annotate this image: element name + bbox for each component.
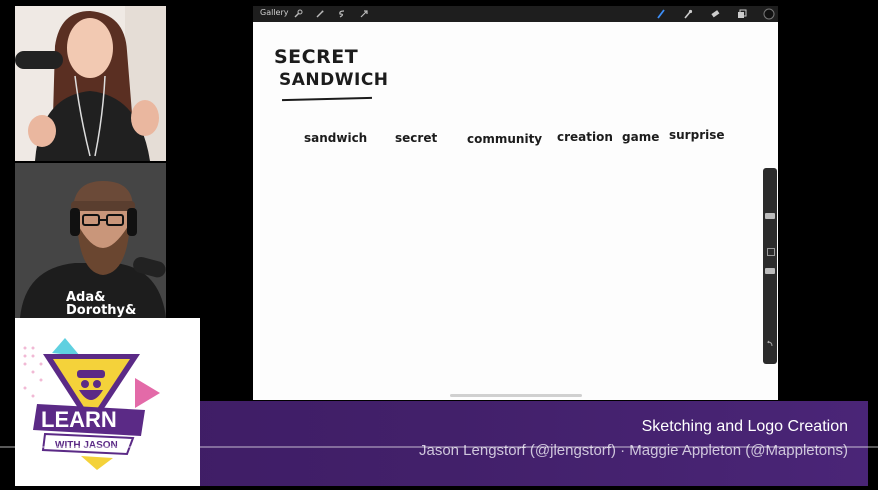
wrench-icon[interactable]	[293, 9, 303, 19]
webcam-host-1	[15, 6, 166, 161]
layers-icon[interactable]	[737, 9, 747, 19]
modify-button[interactable]	[767, 248, 775, 256]
home-indicator	[450, 394, 582, 397]
episode-subtitle: Jason Lengstorf (@jlengstorf) · Maggie A…	[418, 442, 848, 459]
canvas-title-line-2: SANDWICH	[279, 70, 389, 90]
opacity-slider-handle[interactable]	[765, 268, 775, 274]
video-progress-bar[interactable]	[0, 446, 878, 448]
episode-title: Sketching and Logo Creation	[641, 418, 848, 435]
word-game: game	[622, 130, 660, 144]
word-creation: creation	[557, 130, 613, 144]
shirt-text-line-2: Dorothy&	[66, 303, 137, 318]
canvas-title-line-1: SECRET	[274, 46, 359, 68]
smudge-icon[interactable]	[683, 9, 693, 19]
shirt-text: Ada& Dorothy&	[66, 291, 136, 317]
logo-main-text: LEARN	[41, 407, 117, 432]
selection-s-icon[interactable]	[337, 9, 347, 19]
brush-size-sidebar	[763, 168, 777, 364]
gallery-button[interactable]: Gallery	[260, 8, 289, 17]
word-community: community	[467, 132, 543, 146]
word-secret: secret	[395, 131, 438, 145]
brush-icon[interactable]	[656, 9, 666, 19]
word-surprise: surprise	[669, 128, 725, 142]
learn-with-jason-logo-card: LEARN WITH JASON	[15, 318, 200, 486]
undo-icon[interactable]	[766, 340, 774, 348]
word-sandwich: sandwich	[304, 131, 368, 145]
person-1-illustration	[15, 6, 166, 161]
color-circle-icon[interactable]	[763, 8, 775, 20]
magic-wand-icon[interactable]	[315, 9, 325, 19]
eraser-icon[interactable]	[710, 9, 720, 19]
brush-size-slider-handle[interactable]	[765, 213, 775, 219]
app-toolbar: Gallery	[253, 6, 778, 22]
webcam-host-2: Ada& Dorothy&	[15, 163, 166, 318]
learn-with-jason-logo: LEARN WITH JASON	[23, 338, 160, 470]
transform-arrow-icon[interactable]	[359, 9, 369, 19]
